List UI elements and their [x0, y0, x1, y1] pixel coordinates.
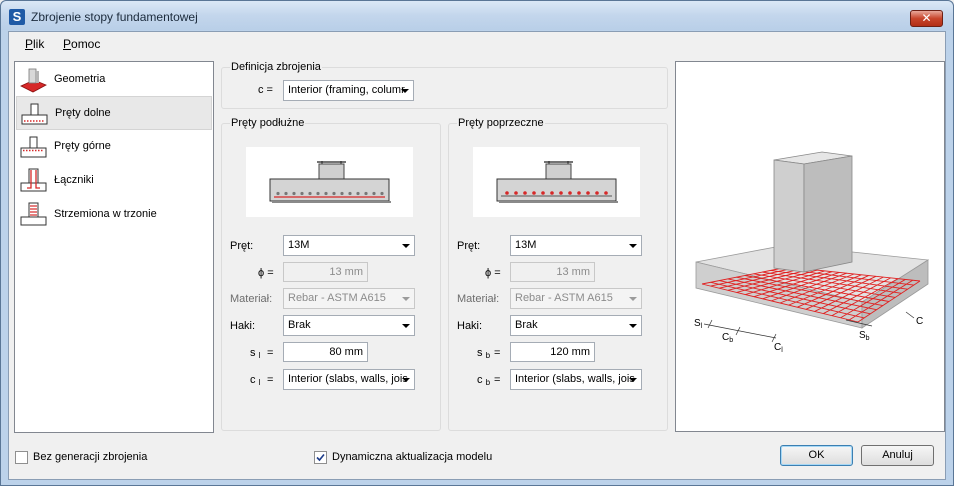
hooks-select-value: Brak	[515, 319, 538, 331]
cover-select[interactable]: Interior (framing, columr	[283, 80, 414, 101]
material-select-value: Rebar - ASTM A615	[288, 292, 386, 304]
footing-geometry-icon	[20, 68, 47, 93]
footing-section-icon	[496, 161, 618, 203]
model-3d-view[interactable]: Sl Cb Cl Sb C	[675, 61, 945, 432]
label-cl: Cl	[774, 342, 783, 354]
pier-stirrups-icon	[20, 202, 47, 226]
bar-label: Pręt:	[230, 240, 254, 252]
chevron-down-icon	[629, 324, 637, 328]
no-generation-checkbox[interactable]	[15, 451, 28, 464]
checkmark-icon	[316, 453, 325, 462]
chevron-down-icon	[401, 89, 409, 93]
cover-equals: =	[267, 374, 274, 386]
nav-label: Łączniki	[54, 174, 94, 186]
transverse-bars-group: Pręty poprzeczne Pręt: 13M ϕ = 13 mm Mat…	[448, 117, 668, 431]
nav-label: Strzemiona w trzonie	[54, 208, 157, 220]
chevron-down-icon	[402, 378, 410, 382]
footing-3d-model-icon: Sl Cb Cl Sb C	[694, 151, 930, 354]
chevron-down-icon	[629, 378, 637, 382]
menu-help[interactable]: Pomoc	[63, 37, 100, 51]
transverse-title: Pręty poprzeczne	[457, 117, 545, 129]
cover-select-longitudinal[interactable]: Interior (slabs, walls, jois	[283, 369, 415, 390]
nav-item-pier-stirrups[interactable]: Strzemiona w trzonie	[16, 198, 212, 232]
material-select-transverse[interactable]: Rebar - ASTM A615	[510, 288, 642, 309]
diameter-field-transverse[interactable]: 13 mm	[510, 262, 595, 282]
hooks-select-transverse[interactable]: Brak	[510, 315, 642, 336]
dialog-client: Plik Pomoc Geometria Pręty dolne Pręty g…	[8, 31, 946, 480]
window-title: Zbrojenie stopy fundamentowej	[31, 10, 198, 24]
nav-item-bottom-bars[interactable]: Pręty dolne	[16, 96, 212, 130]
phi-label: ϕ =	[258, 267, 274, 279]
cover-label-transverse: c b	[477, 374, 491, 387]
dynamic-update-label: Dynamiczna aktualizacja modelu	[332, 451, 493, 463]
dowels-icon	[20, 168, 47, 192]
menu-file[interactable]: Plik	[25, 37, 44, 51]
chevron-down-icon	[629, 244, 637, 248]
footing-section-icon	[269, 161, 391, 203]
cover-equals: =	[494, 374, 501, 386]
cover-label: c =	[258, 84, 273, 96]
nav-item-dowels[interactable]: Łączniki	[16, 164, 212, 198]
app-logo-icon: S	[9, 9, 25, 25]
close-button[interactable]: ✕	[910, 10, 943, 27]
spacing-field-transverse[interactable]: 120 mm	[510, 342, 595, 362]
cover-select-value: Interior (slabs, walls, jois	[515, 373, 635, 385]
nav-item-top-bars[interactable]: Pręty górne	[16, 130, 212, 164]
spacing-label: s b	[477, 347, 491, 360]
material-label: Materiał:	[230, 293, 273, 305]
definition-group: Definicja zbrojenia c = Interior (framin…	[221, 61, 668, 109]
transverse-preview	[473, 147, 640, 217]
label-sl: Sl	[694, 318, 703, 330]
menu-bar: Plik Pomoc	[9, 32, 945, 56]
bar-label: Pręt:	[457, 240, 481, 252]
bar-select-longitudinal[interactable]: 13M	[283, 235, 415, 256]
cover-select-value: Interior (slabs, walls, jois	[288, 373, 408, 385]
cancel-button[interactable]: Anuluj	[861, 445, 934, 466]
dynamic-update-checkbox[interactable]	[314, 451, 327, 464]
spacing-label: s l	[250, 347, 261, 360]
bar-select-value: 13M	[515, 239, 537, 251]
chevron-down-icon	[402, 324, 410, 328]
chevron-down-icon	[402, 244, 410, 248]
no-generation-label: Bez generacji zbrojenia	[33, 451, 148, 463]
longitudinal-title: Pręty podłużne	[230, 117, 306, 129]
label-cb: Cb	[722, 332, 733, 344]
spacing-equals: =	[494, 347, 501, 359]
phi-label: ϕ =	[485, 267, 501, 279]
material-select-longitudinal[interactable]: Rebar - ASTM A615	[283, 288, 415, 309]
top-bars-icon	[20, 136, 47, 158]
ok-button[interactable]: OK	[780, 445, 853, 466]
spacing-equals: =	[267, 347, 274, 359]
section-list: Geometria Pręty dolne Pręty górne Łączni…	[14, 61, 214, 433]
nav-label: Geometria	[54, 73, 106, 85]
cover-select-value: Interior (framing, columr	[288, 84, 405, 96]
bottom-bars-icon	[21, 103, 48, 125]
longitudinal-bars-group: Pręty podłużne Pręt: 13M ϕ = 13 mm Mater…	[221, 117, 441, 431]
chevron-down-icon	[402, 297, 410, 301]
diameter-field-longitudinal[interactable]: 13 mm	[283, 262, 368, 282]
cover-label-longitudinal: c l	[250, 374, 261, 387]
nav-label: Pręty dolne	[55, 107, 111, 119]
bar-select-value: 13M	[288, 239, 310, 251]
hooks-select-longitudinal[interactable]: Brak	[283, 315, 415, 336]
bar-select-transverse[interactable]: 13M	[510, 235, 642, 256]
nav-item-geometry[interactable]: Geometria	[16, 63, 212, 97]
material-select-value: Rebar - ASTM A615	[515, 292, 613, 304]
label-sb: Sb	[859, 330, 870, 342]
chevron-down-icon	[629, 297, 637, 301]
cover-select-transverse[interactable]: Interior (slabs, walls, jois	[510, 369, 642, 390]
material-label: Materiał:	[457, 293, 500, 305]
hooks-label: Haki:	[230, 320, 256, 332]
hooks-label: Haki:	[457, 320, 483, 332]
longitudinal-preview	[246, 147, 413, 217]
definition-title: Definicja zbrojenia	[230, 61, 322, 73]
spacing-field-longitudinal[interactable]: 80 mm	[283, 342, 368, 362]
label-c: C	[916, 316, 923, 327]
dialog-window: S Zbrojenie stopy fundamentowej ✕ Plik P…	[0, 0, 954, 486]
nav-label: Pręty górne	[54, 140, 111, 152]
hooks-select-value: Brak	[288, 319, 311, 331]
title-bar: S Zbrojenie stopy fundamentowej ✕	[1, 1, 953, 30]
